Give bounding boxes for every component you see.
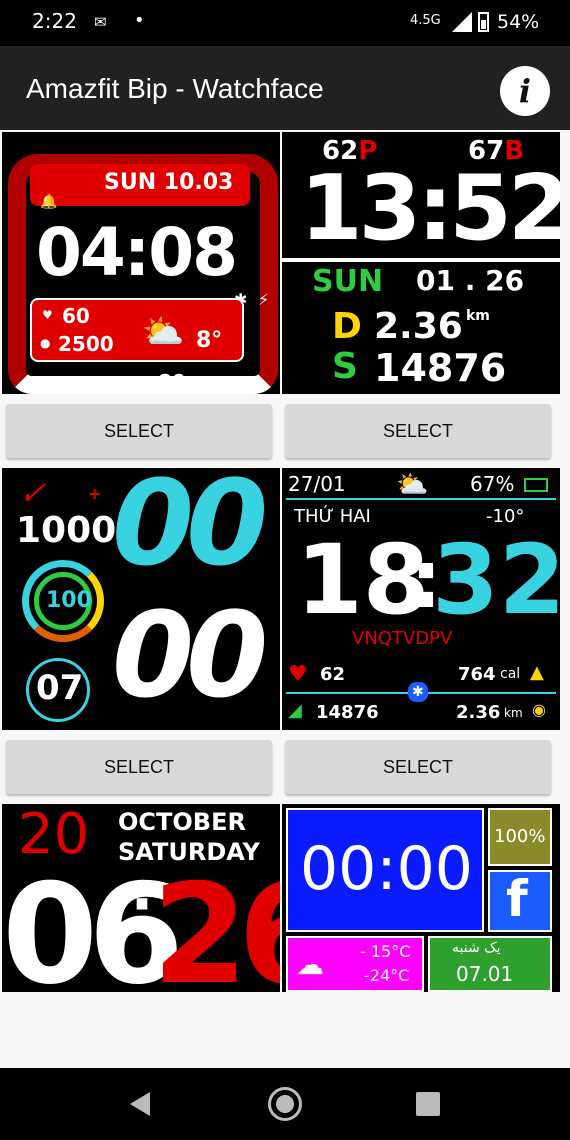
face1-steps: 2500 <box>58 332 114 356</box>
face4-battery: 67% <box>470 472 515 496</box>
face1-time: 04:08 <box>36 214 238 291</box>
battery-icon <box>524 478 548 492</box>
face4-calories: 764 <box>458 664 496 685</box>
app-bar: Amazfit Bip - Watchface i <box>0 46 570 130</box>
face4-distance-unit: km <box>504 706 523 720</box>
cloud-icon: ☁ <box>296 948 324 981</box>
face1-date: SUN 10.03 <box>104 170 234 195</box>
network-type: 4.5G <box>410 13 441 28</box>
select-button-1[interactable]: SELECT <box>6 404 272 458</box>
watchface-preview-4[interactable]: 27/01 ⛅ 67% THỨ HAI -10° 18 : 32 VNQTVDP… <box>282 468 560 730</box>
face5-colon: : <box>130 876 154 946</box>
face6-battery: 100% <box>494 826 546 847</box>
face2-distance: 2.36 <box>374 306 463 347</box>
face5-month: OCTOBER <box>118 808 246 836</box>
face1-heart-rate: 60 <box>62 304 90 328</box>
face3-hour: 00 <box>112 468 268 592</box>
status-bar: 2:22 ✉ • 4.5G 54% <box>0 0 570 46</box>
face4-calories-unit: cal <box>500 666 521 682</box>
notification-dot-icon: • <box>134 10 145 31</box>
face2-date: 01 . 26 <box>416 264 525 297</box>
face2-day: SUN <box>312 264 384 299</box>
select-button-2[interactable]: SELECT <box>285 404 551 458</box>
navigation-bar <box>0 1068 570 1140</box>
face5-minute: 26 <box>152 854 280 993</box>
bell-icon: 🔔 <box>40 194 58 210</box>
face4-name: VNQTVDPV <box>352 628 453 649</box>
face4-minute: 32 <box>432 524 560 636</box>
face2-steps: 14876 <box>374 346 507 390</box>
location-icon: ◉ <box>532 700 546 719</box>
recent-apps-icon[interactable] <box>416 1092 440 1116</box>
battery-icon <box>478 12 489 32</box>
face3-goal: 1000 <box>16 510 117 551</box>
face6-arabic-day: یک شنبه <box>452 940 501 956</box>
shoe-icon: ◢ <box>288 700 302 721</box>
face3-minute: 00 <box>112 586 268 724</box>
home-icon[interactable] <box>268 1087 302 1121</box>
watchface-preview-5[interactable]: 20 OCTOBER SATURDAY 06 : 26 <box>2 804 280 992</box>
cloud-sun-icon: ⛅ <box>396 470 429 500</box>
back-icon[interactable] <box>130 1092 150 1116</box>
heart-icon: ♥ <box>42 308 53 322</box>
watchface-preview-2[interactable]: 62P 67B 13:52 SUN 01 . 26 D 2.36 km S 14… <box>282 132 560 394</box>
charge-icon: ⚡ <box>258 290 270 309</box>
face2-distance-unit: km <box>466 308 490 324</box>
face2-steps-label: S <box>332 346 358 387</box>
face6-time: 00:00 <box>300 834 473 904</box>
face2-time: 13:52 <box>300 156 560 261</box>
face1-temperature: 8° <box>196 328 223 353</box>
select-button-3[interactable]: SELECT <box>6 740 272 794</box>
cloud-sun-icon: ⛅ <box>142 312 185 352</box>
flame-icon: ▲ <box>530 662 544 683</box>
face3-ring-value: 100 <box>46 588 92 613</box>
face4-date: 27/01 <box>288 472 346 496</box>
face3-day: 07 <box>36 668 84 708</box>
info-icon[interactable]: i <box>500 66 550 116</box>
facebook-icon: f <box>506 870 528 928</box>
swoosh-icon: ✓ <box>15 474 56 512</box>
heart-icon: ♥ <box>288 662 308 687</box>
bluetooth-icon: ✱ <box>408 682 428 702</box>
steps-icon: ● <box>40 336 51 350</box>
plus-icon: + <box>88 484 102 503</box>
status-time: 2:22 <box>32 9 77 33</box>
select-button-4[interactable]: SELECT <box>285 740 551 794</box>
face4-heart-rate: 62 <box>320 664 346 685</box>
watchface-grid: SUN 10.03 🔔 04:08 ✱ ⚡ ♥ 60 ● 2500 ⛅ 8° 8… <box>0 130 570 1068</box>
face6-temp-high: - 15°C <box>360 942 411 961</box>
face1-battery: 80 <box>158 370 186 394</box>
face6-temp-low: -24°C <box>364 966 410 985</box>
face4-steps: 14876 <box>316 702 379 723</box>
face2-distance-label: D <box>332 306 362 347</box>
signal-icon <box>452 12 472 32</box>
face6-date: 07.01 <box>456 962 514 986</box>
app-title: Amazfit Bip - Watchface <box>26 73 324 104</box>
battery-percent: 54% <box>497 11 540 33</box>
watchface-preview-6[interactable]: 00:00 100% f ☁ - 15°C -24°C یک شنبه 07.0… <box>282 804 560 992</box>
watchface-preview-3[interactable]: ✓ + 1000 100 07 00 00 <box>2 468 280 730</box>
face4-distance: 2.36 <box>456 702 501 723</box>
notification-icon: ✉ <box>94 13 107 31</box>
watchface-preview-1[interactable]: SUN 10.03 🔔 04:08 ✱ ⚡ ♥ 60 ● 2500 ⛅ 8° 8… <box>2 132 280 394</box>
